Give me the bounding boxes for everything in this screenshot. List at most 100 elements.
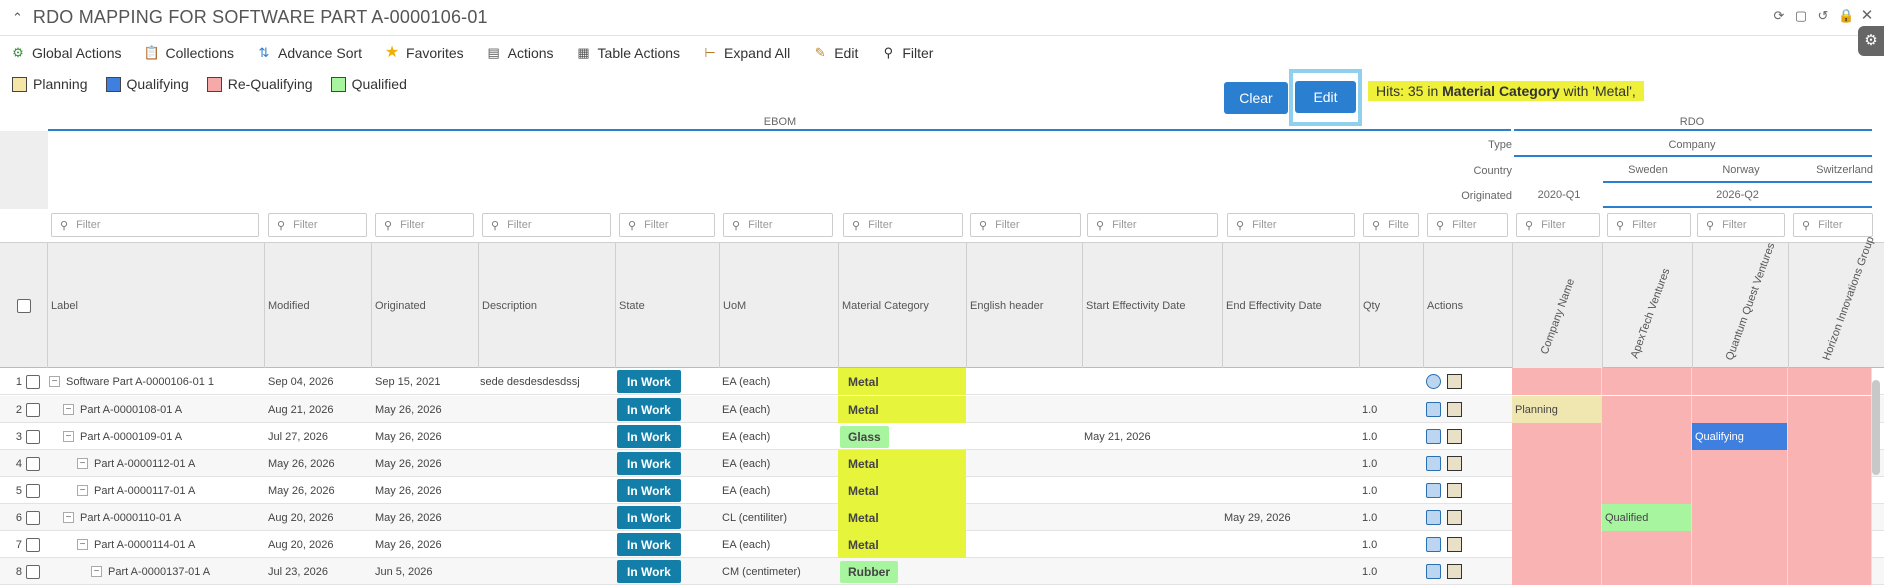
filter-description[interactable]: ⚲ Filter bbox=[482, 213, 611, 237]
filter-toolbar-button[interactable]: ⚲ Filter bbox=[880, 45, 934, 61]
rdo-status-cell[interactable] bbox=[1512, 504, 1602, 531]
filter-qty[interactable]: ⚲ Filte bbox=[1363, 213, 1419, 237]
structure-icon[interactable] bbox=[1426, 564, 1441, 579]
filter-english-header[interactable]: ⚲ Filter bbox=[970, 213, 1081, 237]
rdo-status-cell[interactable] bbox=[1602, 423, 1692, 450]
filter-originated[interactable]: ⚲ Filter bbox=[375, 213, 474, 237]
collapse-toggle-icon[interactable]: − bbox=[63, 431, 74, 442]
row-checkbox[interactable] bbox=[26, 374, 40, 389]
row-label[interactable]: Part A-0000110-01 A bbox=[80, 512, 181, 524]
rdo-status-cell[interactable] bbox=[1602, 477, 1692, 504]
column-header-actions[interactable]: Actions bbox=[1423, 243, 1512, 369]
rdo-status-cell[interactable] bbox=[1602, 396, 1692, 423]
row-checkbox[interactable] bbox=[26, 564, 40, 579]
structure-icon[interactable] bbox=[1426, 537, 1441, 552]
collections-button[interactable]: 📋 Collections bbox=[144, 45, 234, 61]
table-row[interactable]: 5 − Part A-0000117-01 A May 26, 2026 May … bbox=[0, 477, 1884, 504]
book-icon[interactable] bbox=[1447, 456, 1462, 471]
rdo-status-cell[interactable] bbox=[1788, 368, 1872, 395]
advance-sort-button[interactable]: ⇅ Advance Sort bbox=[256, 45, 363, 61]
structure-icon[interactable] bbox=[1426, 374, 1441, 389]
row-checkbox[interactable] bbox=[26, 510, 40, 525]
book-icon[interactable] bbox=[1447, 374, 1462, 389]
filter-quantum-quest[interactable]: ⚲ Filter bbox=[1697, 213, 1785, 237]
rdo-status-cell[interactable] bbox=[1692, 396, 1788, 423]
collapse-toggle-icon[interactable]: − bbox=[77, 485, 88, 496]
collapse-toggle-icon[interactable]: − bbox=[49, 376, 60, 387]
rdo-status-cell[interactable] bbox=[1692, 477, 1788, 504]
table-row[interactable]: 8 − Part A-0000137-01 A Jul 23, 2026 Jun … bbox=[0, 558, 1884, 585]
expand-toggle-icon[interactable]: − bbox=[63, 512, 74, 523]
table-actions-button[interactable]: ▦ Table Actions bbox=[576, 45, 680, 61]
table-row[interactable]: 1 − Software Part A-0000106-01 1 Sep 04, … bbox=[0, 368, 1884, 395]
clear-button[interactable]: Clear bbox=[1224, 82, 1288, 114]
expand-toggle-icon[interactable]: − bbox=[91, 566, 102, 577]
row-checkbox[interactable] bbox=[26, 456, 40, 471]
table-row[interactable]: 3 − Part A-0000109-01 A Jul 27, 2026 May … bbox=[0, 423, 1884, 450]
book-icon[interactable] bbox=[1447, 429, 1462, 444]
filter-company-name[interactable]: ⚲ Filter bbox=[1516, 213, 1600, 237]
reset-icon[interactable]: ↺ bbox=[1816, 9, 1830, 23]
column-header-qty[interactable]: Qty bbox=[1359, 243, 1423, 369]
rdo-status-cell[interactable] bbox=[1692, 450, 1788, 477]
column-header-start-effectivity[interactable]: Start Effectivity Date bbox=[1082, 243, 1222, 369]
row-label[interactable]: Part A-0000112-01 A bbox=[94, 458, 195, 470]
rdo-status-cell[interactable] bbox=[1788, 396, 1872, 423]
expand-toggle-icon[interactable]: − bbox=[63, 404, 74, 415]
rdo-status-cell[interactable] bbox=[1512, 477, 1602, 504]
column-header-originated[interactable]: Originated bbox=[371, 243, 478, 369]
rdo-status-cell[interactable] bbox=[1788, 423, 1872, 450]
rdo-status-cell[interactable] bbox=[1602, 450, 1692, 477]
row-checkbox[interactable] bbox=[26, 537, 40, 552]
rdo-header-quantum[interactable] bbox=[1692, 243, 1788, 369]
row-label[interactable]: Part A-0000117-01 A bbox=[94, 485, 195, 497]
structure-icon[interactable] bbox=[1426, 456, 1441, 471]
rdo-status-cell[interactable]: Qualifying bbox=[1692, 423, 1788, 450]
rdo-status-cell[interactable] bbox=[1692, 504, 1788, 531]
book-icon[interactable] bbox=[1447, 483, 1462, 498]
column-header-label[interactable]: Label bbox=[47, 243, 264, 369]
filter-end-effectivity[interactable]: ⚲ Filter bbox=[1227, 213, 1355, 237]
book-icon[interactable] bbox=[1447, 510, 1462, 525]
rdo-status-cell[interactable] bbox=[1602, 368, 1692, 395]
table-row[interactable]: 7 − Part A-0000114-01 A Aug 20, 2026 May … bbox=[0, 531, 1884, 558]
row-label[interactable]: Part A-0000108-01 A bbox=[80, 404, 182, 416]
rdo-status-cell[interactable] bbox=[1788, 450, 1872, 477]
refresh-icon[interactable]: ⟳ bbox=[1772, 9, 1786, 23]
rdo-status-cell[interactable] bbox=[1602, 531, 1692, 558]
rdo-status-cell[interactable]: Qualified bbox=[1602, 504, 1692, 531]
rdo-status-cell[interactable]: Planning bbox=[1512, 396, 1602, 423]
close-icon[interactable]: ✕ bbox=[1860, 8, 1874, 23]
row-label[interactable]: Part A-0000109-01 A bbox=[80, 431, 182, 443]
structure-icon[interactable] bbox=[1426, 510, 1441, 525]
rdo-status-cell[interactable] bbox=[1512, 558, 1602, 585]
settings-gear-icon[interactable]: ⚙ bbox=[1858, 26, 1884, 56]
structure-icon[interactable] bbox=[1426, 483, 1441, 498]
row-checkbox[interactable] bbox=[26, 402, 40, 417]
rdo-status-cell[interactable] bbox=[1512, 450, 1602, 477]
expand-all-button[interactable]: ⊢ Expand All bbox=[702, 45, 790, 61]
column-header-state[interactable]: State bbox=[615, 243, 719, 369]
lock-icon[interactable]: 🔒 bbox=[1838, 9, 1854, 23]
collapse-caret-icon[interactable]: ⌃ bbox=[12, 10, 23, 26]
structure-icon[interactable] bbox=[1426, 429, 1441, 444]
column-header-end-effectivity[interactable]: End Effectivity Date bbox=[1222, 243, 1359, 369]
book-icon[interactable] bbox=[1447, 537, 1462, 552]
edit-button[interactable]: Edit bbox=[1295, 81, 1356, 113]
rdo-status-cell[interactable] bbox=[1692, 558, 1788, 585]
maximize-icon[interactable]: ▢ bbox=[1794, 9, 1808, 23]
row-label[interactable]: Part A-0000114-01 A bbox=[94, 539, 195, 551]
row-checkbox[interactable] bbox=[26, 429, 40, 444]
rdo-status-cell[interactable] bbox=[1602, 558, 1692, 585]
vertical-scrollbar[interactable] bbox=[1872, 380, 1880, 475]
rdo-status-cell[interactable] bbox=[1692, 531, 1788, 558]
structure-icon[interactable] bbox=[1426, 402, 1441, 417]
row-label[interactable]: Part A-0000137-01 A bbox=[108, 566, 210, 578]
rdo-status-cell[interactable] bbox=[1512, 368, 1602, 395]
table-row[interactable]: 2 − Part A-0000108-01 A Aug 21, 2026 May … bbox=[0, 396, 1884, 423]
filter-label[interactable]: ⚲ Filter bbox=[51, 213, 259, 237]
column-header-english-header[interactable]: English header bbox=[966, 243, 1082, 369]
filter-state[interactable]: ⚲ Filter bbox=[619, 213, 715, 237]
select-all-checkbox[interactable] bbox=[16, 299, 31, 313]
column-header-uom[interactable]: UoM bbox=[719, 243, 838, 369]
